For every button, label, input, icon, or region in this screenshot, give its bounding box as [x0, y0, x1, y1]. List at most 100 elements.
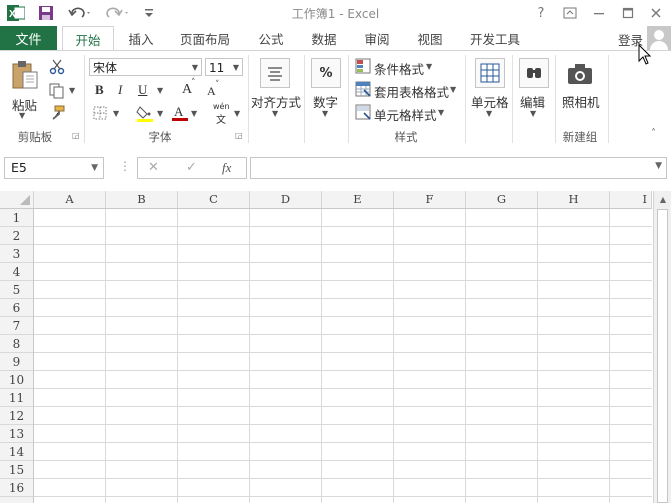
row-header[interactable]: 10 — [0, 371, 33, 389]
font-launcher-icon[interactable]: ◲ — [235, 131, 243, 140]
row-header[interactable]: 1 — [0, 209, 33, 227]
row-header[interactable]: 16 — [0, 479, 33, 497]
row-header[interactable]: 15 — [0, 461, 33, 479]
insert-function-icon[interactable]: fx — [222, 160, 231, 176]
font-name-dropdown-icon[interactable]: ▼ — [192, 59, 198, 77]
name-box[interactable]: E5 ▼ — [4, 157, 104, 179]
editing-dropdown-icon[interactable]: ▼ — [530, 109, 536, 118]
column-header[interactable]: B — [106, 191, 178, 208]
fill-color-dropdown-icon[interactable]: ▼ — [157, 109, 163, 118]
tab-insert[interactable]: 插入 — [118, 26, 164, 50]
tab-view[interactable]: 视图 — [407, 26, 453, 50]
tab-data[interactable]: 数据 — [301, 26, 347, 50]
cell-styles-icon[interactable] — [355, 104, 371, 120]
row-header[interactable]: 14 — [0, 443, 33, 461]
column-header[interactable]: D — [250, 191, 322, 208]
expand-formula-icon[interactable]: ▼ — [655, 161, 662, 171]
row-header[interactable]: 9 — [0, 353, 33, 371]
enter-icon[interactable]: ✓ — [186, 160, 197, 175]
row-header[interactable]: 2 — [0, 227, 33, 245]
tab-page-layout[interactable]: 页面布局 — [170, 26, 240, 50]
tab-file[interactable]: 文件 — [0, 26, 57, 50]
borders-dropdown-icon[interactable]: ▼ — [113, 109, 119, 118]
clipboard-launcher-icon[interactable]: ◲ — [72, 131, 80, 140]
cell-styles-dropdown-icon[interactable]: ▼ — [438, 108, 444, 117]
tab-review[interactable]: 审阅 — [354, 26, 400, 50]
font-color-icon[interactable]: A — [171, 103, 189, 123]
svg-text:A: A — [174, 104, 184, 119]
format-as-table-icon[interactable] — [355, 81, 371, 97]
column-header[interactable]: G — [466, 191, 538, 208]
copy-dropdown-icon[interactable]: ▼ — [69, 86, 75, 95]
copy-icon[interactable] — [48, 82, 66, 100]
row-header[interactable]: 4 — [0, 263, 33, 281]
cell-grid[interactable] — [34, 209, 652, 503]
scroll-thumb[interactable] — [657, 209, 668, 503]
column-header[interactable]: I — [610, 191, 652, 208]
conditional-format-button[interactable]: 条件格式 — [374, 59, 424, 78]
number-format-icon[interactable]: % — [311, 58, 341, 88]
format-painter-icon[interactable] — [48, 104, 66, 122]
help-button[interactable]: ? — [530, 3, 552, 23]
column-header[interactable]: A — [34, 191, 106, 208]
alignment-dropdown-icon[interactable]: ▼ — [272, 109, 278, 118]
row-header[interactable]: 13 — [0, 425, 33, 443]
alignment-icon[interactable] — [260, 58, 290, 88]
phonetic-dropdown-icon[interactable]: ▼ — [234, 109, 240, 118]
font-size-combo[interactable]: 11 ▼ — [205, 58, 243, 76]
close-icon[interactable] — [645, 3, 667, 23]
paste-dropdown-icon[interactable]: ▼ — [19, 111, 25, 120]
font-name-combo[interactable]: 宋体 ▼ — [89, 58, 202, 76]
column-header[interactable]: C — [178, 191, 250, 208]
collapse-ribbon-icon[interactable]: ˄ — [651, 128, 656, 139]
cells-dropdown-icon[interactable]: ▼ — [486, 109, 492, 118]
select-all-corner[interactable] — [0, 191, 34, 208]
borders-icon[interactable] — [92, 105, 108, 121]
tab-developer[interactable]: 开发工具 — [460, 26, 530, 50]
vertical-scrollbar[interactable]: ▲ — [653, 191, 671, 503]
row-header[interactable]: 11 — [0, 389, 33, 407]
tab-home[interactable]: 开始 — [62, 26, 114, 52]
row-header[interactable]: 5 — [0, 281, 33, 299]
column-header[interactable]: E — [322, 191, 394, 208]
italic-button[interactable]: I — [118, 82, 122, 98]
underline-button[interactable]: U — [138, 82, 147, 98]
font-color-dropdown-icon[interactable]: ▼ — [191, 109, 197, 118]
cancel-icon[interactable]: ✕ — [148, 160, 159, 175]
camera-button[interactable]: 照相机 — [562, 92, 600, 111]
row-header[interactable]: 12 — [0, 407, 33, 425]
ribbon: 粘贴 ▼ ▼ 剪贴板 ◲ 宋体 ▼ 11 ▼ B I U ▼ A ˄ A ˅ ▼… — [0, 50, 671, 148]
conditional-format-dropdown-icon[interactable]: ▼ — [426, 62, 432, 71]
scroll-up-icon[interactable]: ▲ — [654, 191, 671, 208]
minimize-icon[interactable] — [588, 3, 610, 23]
conditional-format-icon[interactable] — [355, 58, 371, 74]
tab-formulas[interactable]: 公式 — [248, 26, 294, 50]
binoculars-icon[interactable] — [519, 58, 549, 88]
paste-icon[interactable] — [10, 59, 40, 91]
fill-color-icon[interactable] — [135, 103, 155, 123]
font-size-dropdown-icon[interactable]: ▼ — [233, 59, 239, 77]
row-header[interactable]: 8 — [0, 335, 33, 353]
row-header[interactable]: 7 — [0, 317, 33, 335]
cell-styles-button[interactable]: 单元格样式 — [374, 105, 437, 124]
underline-dropdown-icon[interactable]: ▼ — [157, 86, 163, 95]
row-header[interactable]: 3 — [0, 245, 33, 263]
cells-icon[interactable] — [475, 58, 505, 88]
ribbon-display-icon[interactable] — [559, 3, 581, 23]
column-header[interactable]: F — [394, 191, 466, 208]
bold-button[interactable]: B — [95, 82, 104, 98]
name-box-dropdown-icon[interactable]: ▼ — [91, 158, 98, 178]
camera-icon[interactable] — [565, 61, 595, 87]
maximize-icon[interactable] — [617, 3, 639, 23]
format-as-table-dropdown-icon[interactable]: ▼ — [450, 85, 456, 94]
number-dropdown-icon[interactable]: ▼ — [322, 109, 328, 118]
row-header[interactable]: 6 — [0, 299, 33, 317]
column-header[interactable]: H — [538, 191, 610, 208]
format-as-table-button[interactable]: 套用表格格式 — [374, 82, 449, 101]
formula-input[interactable]: ▼ — [250, 157, 667, 179]
cut-icon[interactable] — [48, 58, 66, 76]
phonetic-button[interactable]: 文 — [216, 111, 226, 126]
column-headers: A B C D E F G H I — [0, 191, 652, 209]
formula-bar-grip-icon[interactable]: ⋮ — [119, 159, 131, 173]
worksheet: A B C D E F G H I 1 2 3 4 5 6 7 8 9 10 1… — [0, 191, 671, 503]
